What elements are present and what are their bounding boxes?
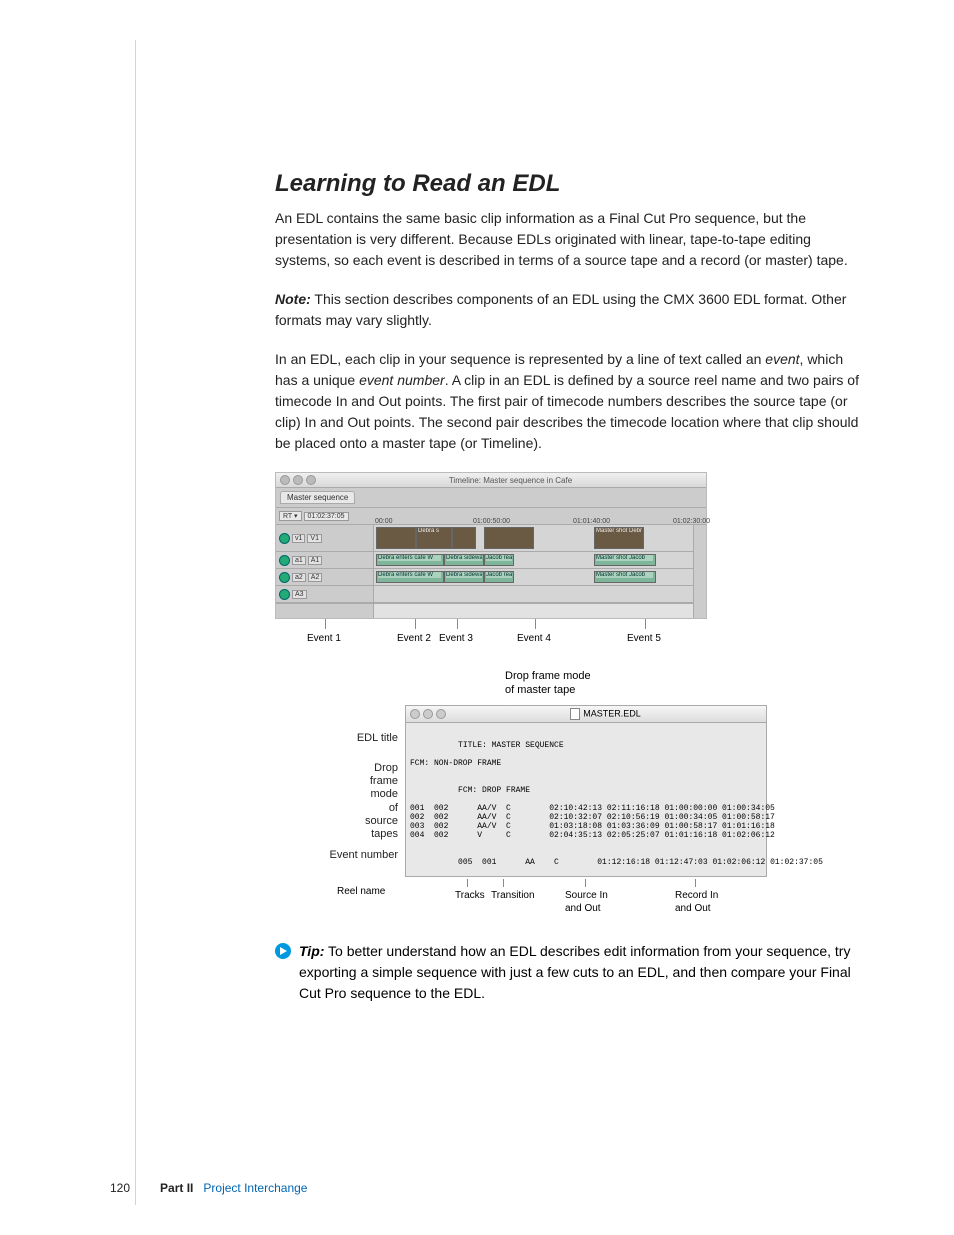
clip[interactable] — [376, 527, 416, 549]
timeline-window: Timeline: Master sequence in Cafe Master… — [275, 472, 707, 619]
clip[interactable] — [484, 527, 534, 549]
page-number: 120 — [110, 1181, 130, 1195]
event-label: Event 5 — [627, 633, 661, 644]
zoom-icon[interactable] — [306, 475, 316, 485]
clip[interactable]: Master shot Debr — [594, 527, 644, 549]
section-heading: Learning to Read an EDL — [275, 170, 864, 198]
track-label-v1: V1 — [307, 534, 322, 543]
edl-line: FCM: NON-DROP FRAME — [406, 759, 766, 768]
clip[interactable]: Debra enters cafe W — [376, 554, 444, 566]
tip-body: To better understand how an EDL describe… — [299, 943, 851, 1001]
ruler-tick: 01:01:40:00 — [573, 518, 610, 525]
callout-drop-frame-master: Drop frame mode of master tape — [505, 669, 591, 698]
track-enable-icon[interactable] — [279, 555, 290, 566]
timeline-footer — [276, 603, 693, 618]
tip-icon — [275, 943, 291, 959]
section-link[interactable]: Project Interchange — [203, 1181, 307, 1195]
event-labels: Event 1 Event 2 Event 3 Event 4 Event 5 — [275, 619, 705, 665]
minimize-icon[interactable] — [423, 709, 433, 719]
note-label: Note: — [275, 291, 311, 307]
ruler-tick: 00:00 — [375, 518, 393, 525]
margin-rule — [135, 40, 136, 1205]
edl-line: Drop frame mode of source tapes FCM: DRO… — [406, 768, 766, 804]
edl-window: MASTER.EDL EDL title TITLE: MASTER SEQUE… — [405, 705, 767, 877]
close-icon[interactable] — [410, 709, 420, 719]
clip[interactable]: Debra sidewal — [444, 571, 484, 583]
edl-titlebar: MASTER.EDL — [406, 706, 766, 723]
timeline-header-row: RT ▾ 01:02:37:05 00:00 01:00:50:00 01:01… — [276, 508, 706, 525]
track-a1[interactable]: a1A1 Debra enters cafe WDebra sidewalJac… — [276, 552, 693, 569]
minimize-icon[interactable] — [293, 475, 303, 485]
paragraph-1: An EDL contains the same basic clip info… — [275, 208, 864, 271]
track-label-a1: A1 — [308, 556, 323, 565]
callout-edl-title: EDL title — [357, 732, 398, 744]
track-enable-icon[interactable] — [279, 572, 290, 583]
event-label: Event 3 — [439, 633, 473, 644]
vertical-scrollbar[interactable] — [693, 525, 706, 618]
paragraph-3: In an EDL, each clip in your sequence is… — [275, 349, 864, 454]
close-icon[interactable] — [280, 475, 290, 485]
edl-line: Event number 005 001 AA C 01:12:16:18 01… — [406, 840, 766, 876]
timeline-tabs: Master sequence — [276, 488, 706, 508]
p3a: In an EDL, each clip in your sequence is… — [275, 351, 765, 367]
callout-drop-source: Drop frame mode of source tapes — [365, 762, 398, 841]
page: Learning to Read an EDL An EDL contains … — [0, 0, 954, 1235]
tip-label: Tip: — [299, 943, 324, 959]
track-enable-icon[interactable] — [279, 589, 290, 600]
zoom-icon[interactable] — [436, 709, 446, 719]
callout-tracks: Tracks — [455, 889, 485, 902]
edl-line: EDL title TITLE: MASTER SEQUENCE — [406, 723, 766, 759]
clip[interactable]: Jacob rea — [484, 554, 514, 566]
event-label: Event 1 — [307, 633, 341, 644]
ruler-tick: 01:00:50:00 — [473, 518, 510, 525]
callout-record-inout: Record In and Out — [675, 889, 718, 915]
callout-reel-name: Reel name — [337, 885, 385, 898]
callout-source-inout: Source In and Out — [565, 889, 608, 915]
edl-line: 001 002 AA/V C 02:10:42:13 02:11:16:18 0… — [406, 804, 766, 813]
document-icon — [570, 708, 580, 720]
part-label: Part II — [160, 1181, 193, 1195]
clip[interactable]: Master shot Jacob — [594, 554, 656, 566]
callout-transition: Transition — [491, 889, 535, 902]
p3-eventnum: event number — [359, 372, 445, 388]
clip[interactable]: Master shot Jacob — [594, 571, 656, 583]
event-label: Event 4 — [517, 633, 551, 644]
tip-block: Tip: To better understand how an EDL des… — [275, 941, 864, 1004]
note-text: This section describes components of an … — [275, 291, 846, 328]
timecode-display[interactable]: 01:02:37:05 — [304, 512, 349, 521]
track-label-a3: A3 — [292, 590, 307, 599]
paragraph-note: Note: This section describes components … — [275, 289, 864, 331]
clip[interactable]: Debra sidewal — [444, 554, 484, 566]
track-label-a2: A2 — [308, 573, 323, 582]
event-label: Event 2 — [397, 633, 431, 644]
p3-event: event — [765, 351, 799, 367]
edl-window-title: MASTER.EDL — [449, 708, 762, 720]
clip[interactable]: Debra s — [416, 527, 452, 549]
tip-text: Tip: To better understand how an EDL des… — [299, 941, 864, 1004]
timeline-titlebar: Timeline: Master sequence in Cafe — [276, 473, 706, 488]
edl-line: 003 002 AA/V C 01:03:18:08 01:03:36:09 0… — [406, 822, 766, 831]
track-enable-icon[interactable] — [279, 533, 290, 544]
rt-button[interactable]: RT ▾ — [279, 511, 302, 521]
timeline-tab[interactable]: Master sequence — [280, 491, 355, 504]
edl-line: 002 002 AA/V C 02:10:32:07 02:10:56:19 0… — [406, 813, 766, 822]
timeline-scrollbar[interactable] — [374, 604, 693, 618]
timeline-figure: Timeline: Master sequence in Cafe Master… — [275, 472, 864, 923]
timeline-body: v1V1 Debra sMaster shot Debr a1A1 Debra … — [276, 525, 706, 618]
track-a2[interactable]: a2A2 Debra enters cafe WDebra sidewalJac… — [276, 569, 693, 586]
ruler-tick: 01:02:30:00 — [673, 518, 710, 525]
edl-line: 004 002 V C 02:04:35:13 02:05:25:07 01:0… — [406, 831, 766, 840]
clip[interactable]: Debra enters cafe W — [376, 571, 444, 583]
timeline-title: Timeline: Master sequence in Cafe — [319, 476, 702, 485]
track-v1[interactable]: v1V1 Debra sMaster shot Debr — [276, 525, 693, 552]
clip[interactable] — [452, 527, 476, 549]
edl-bottom-labels: Reel name Tracks Transition Source In an… — [405, 879, 765, 923]
edl-figure: Drop frame mode of master tape MASTER.ED… — [275, 705, 835, 923]
track-a3[interactable]: A3 — [276, 586, 693, 603]
callout-event-number: Event number — [330, 849, 398, 861]
clip[interactable]: Jacob rea — [484, 571, 514, 583]
page-footer: 120 Part II Project Interchange — [110, 1181, 307, 1195]
